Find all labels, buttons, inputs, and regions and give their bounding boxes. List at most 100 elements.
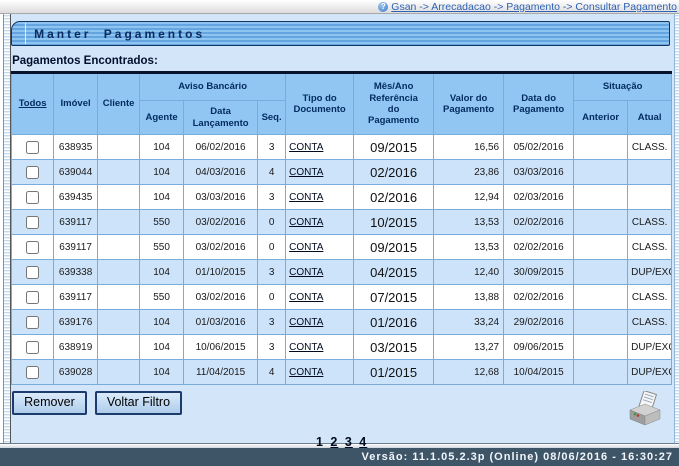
cell-seq: 0 — [258, 235, 286, 260]
row-checkbox[interactable] — [26, 366, 39, 379]
cell-tipo-documento: CONTA — [286, 210, 354, 235]
cell-situacao-atual: CLASS. — [628, 285, 672, 310]
document-type-link[interactable]: CONTA — [289, 142, 323, 153]
titlebar-tab-divider — [25, 23, 26, 44]
document-type-link[interactable]: CONTA — [289, 242, 323, 253]
page-link-2[interactable]: 2 — [330, 435, 338, 449]
cell-situacao-anterior — [574, 260, 628, 285]
voltar-filtro-button[interactable]: Voltar Filtro — [95, 391, 182, 415]
cell-situacao-anterior — [574, 210, 628, 235]
cell-seq: 3 — [258, 335, 286, 360]
row-checkbox[interactable] — [26, 216, 39, 229]
cell-mes-ano-referencia: 04/2015 — [354, 260, 434, 285]
cell-seq: 4 — [258, 360, 286, 385]
cell-data-pagamento: 30/09/2015 — [504, 260, 574, 285]
cell-imovel: 639117 — [54, 210, 98, 235]
cell-mes-ano-referencia: 09/2015 — [354, 235, 434, 260]
cell-mes-ano-referencia: 03/2015 — [354, 335, 434, 360]
page-title: Manter Pagamentos — [34, 27, 205, 41]
table-row: 63911755003/02/20160CONTA09/201513,5302/… — [12, 235, 672, 260]
col-header-data-lancamento: Data Lançamento — [184, 101, 258, 135]
cell-cliente — [98, 285, 140, 310]
col-header-aviso-bancario: Aviso Bancário — [140, 73, 286, 101]
cell-mes-ano-referencia: 02/2016 — [354, 160, 434, 185]
printer-icon[interactable] — [626, 391, 664, 427]
cell-data-pagamento: 02/02/2016 — [504, 210, 574, 235]
cell-imovel: 639435 — [54, 185, 98, 210]
cell-agente: 104 — [140, 335, 184, 360]
row-checkbox[interactable] — [26, 291, 39, 304]
cell-seq: 0 — [258, 285, 286, 310]
cell-tipo-documento: CONTA — [286, 160, 354, 185]
table-row: 63943510403/03/20163CONTA02/201612,9402/… — [12, 185, 672, 210]
cell-valor-pagamento: 23,86 — [434, 160, 504, 185]
cell-data-lancamento: 06/02/2016 — [184, 135, 258, 160]
document-type-link[interactable]: CONTA — [289, 192, 323, 203]
row-checkbox[interactable] — [26, 266, 39, 279]
cell-cliente — [98, 360, 140, 385]
cell-data-lancamento: 04/03/2016 — [184, 160, 258, 185]
page-link-3[interactable]: 3 — [345, 435, 353, 449]
cell-situacao-atual — [628, 185, 672, 210]
cell-tipo-documento: CONTA — [286, 335, 354, 360]
cell-valor-pagamento: 12,94 — [434, 185, 504, 210]
col-header-todos: Todos — [12, 73, 54, 135]
cell-cliente — [98, 185, 140, 210]
row-select-cell — [12, 335, 54, 360]
row-checkbox[interactable] — [26, 241, 39, 254]
cell-mes-ano-referencia: 07/2015 — [354, 285, 434, 310]
cell-cliente — [98, 260, 140, 285]
row-select-cell — [12, 260, 54, 285]
document-type-link[interactable]: CONTA — [289, 167, 323, 178]
breadcrumb[interactable]: Gsan -> Arrecadacao -> Pagamento -> Cons… — [391, 1, 677, 13]
table-row: 63933810401/10/20153CONTA04/201512,4030/… — [12, 260, 672, 285]
col-header-situacao: Situação — [574, 73, 672, 101]
row-checkbox[interactable] — [26, 191, 39, 204]
select-all-link[interactable]: Todos — [19, 98, 47, 109]
cell-valor-pagamento: 13,53 — [434, 235, 504, 260]
cell-data-pagamento: 09/06/2015 — [504, 335, 574, 360]
document-type-link[interactable]: CONTA — [289, 367, 323, 378]
cell-data-lancamento: 01/10/2015 — [184, 260, 258, 285]
document-type-link[interactable]: CONTA — [289, 342, 323, 353]
row-select-cell — [12, 210, 54, 235]
cell-imovel: 638919 — [54, 335, 98, 360]
cell-cliente — [98, 210, 140, 235]
table-row: 63891910410/06/20153CONTA03/201513,2709/… — [12, 335, 672, 360]
cell-situacao-anterior — [574, 185, 628, 210]
cell-situacao-atual: CLASS. — [628, 210, 672, 235]
cell-data-pagamento: 03/03/2016 — [504, 160, 574, 185]
cell-data-lancamento: 10/06/2015 — [184, 335, 258, 360]
remover-button[interactable]: Remover — [12, 391, 87, 415]
cell-situacao-anterior — [574, 235, 628, 260]
version-text: Versão: 11.1.05.2.3p (Online) 08/06/2016… — [362, 451, 674, 463]
cell-tipo-documento: CONTA — [286, 310, 354, 335]
col-header-anterior: Anterior — [574, 101, 628, 135]
document-type-link[interactable]: CONTA — [289, 317, 323, 328]
cell-tipo-documento: CONTA — [286, 285, 354, 310]
cell-mes-ano-referencia: 10/2015 — [354, 210, 434, 235]
row-checkbox[interactable] — [26, 316, 39, 329]
table-row: 63911755003/02/20160CONTA07/201513,8802/… — [12, 285, 672, 310]
cell-agente: 104 — [140, 310, 184, 335]
cell-situacao-anterior — [574, 160, 628, 185]
cell-situacao-atual: CLASS. — [628, 135, 672, 160]
help-icon[interactable]: ? — [378, 2, 388, 12]
document-type-link[interactable]: CONTA — [289, 217, 323, 228]
cell-data-pagamento: 05/02/2016 — [504, 135, 574, 160]
top-breadcrumb-bar: ? Gsan -> Arrecadacao -> Pagamento -> Co… — [0, 0, 679, 14]
cell-imovel: 639176 — [54, 310, 98, 335]
document-type-link[interactable]: CONTA — [289, 267, 323, 278]
row-checkbox[interactable] — [26, 341, 39, 354]
payments-table: Todos Imóvel Cliente Aviso Bancário Tipo… — [11, 71, 672, 385]
cell-data-lancamento: 01/03/2016 — [184, 310, 258, 335]
cell-situacao-atual — [628, 160, 672, 185]
row-checkbox[interactable] — [26, 166, 39, 179]
cell-data-lancamento: 03/02/2016 — [184, 235, 258, 260]
row-checkbox[interactable] — [26, 141, 39, 154]
page-link-4[interactable]: 4 — [359, 435, 367, 449]
table-row: 63904410404/03/20164CONTA02/201623,8603/… — [12, 160, 672, 185]
row-select-cell — [12, 185, 54, 210]
actions-row: Remover Voltar Filtro — [11, 391, 672, 427]
document-type-link[interactable]: CONTA — [289, 292, 323, 303]
